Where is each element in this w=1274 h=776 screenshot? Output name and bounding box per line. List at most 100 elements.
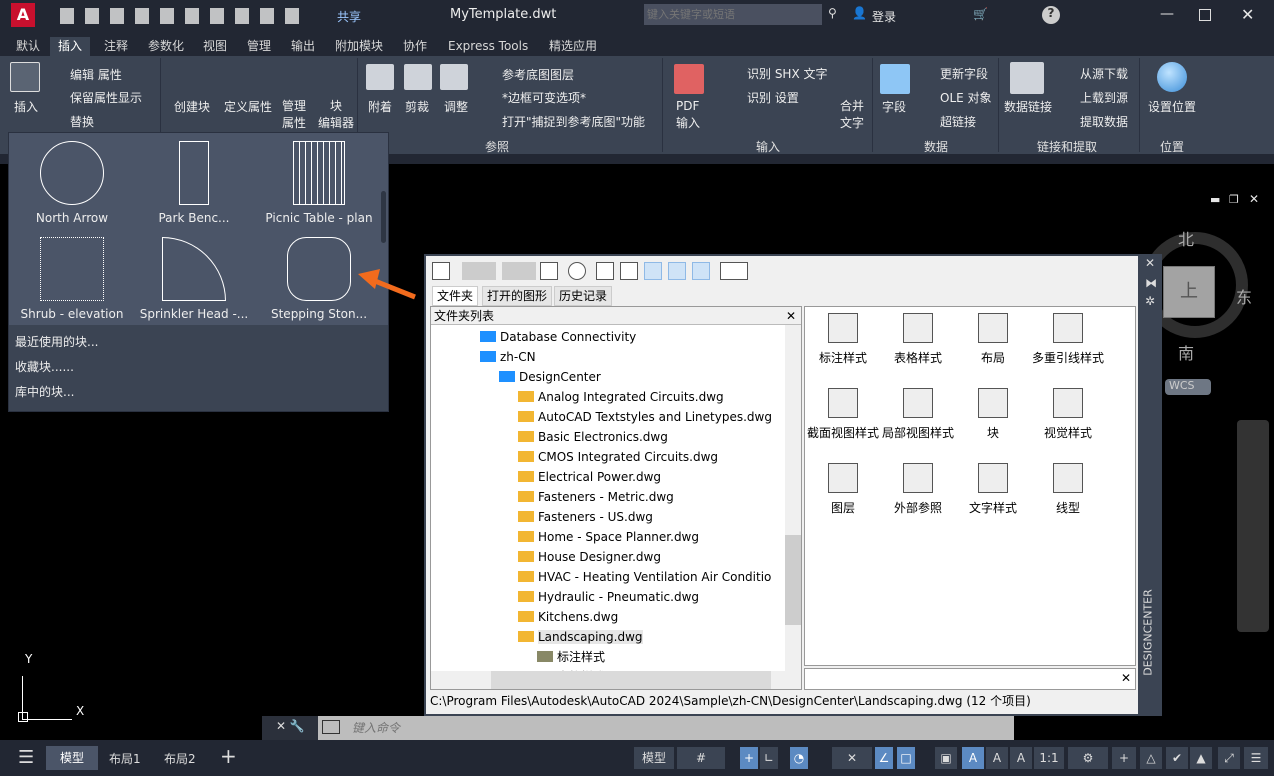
tree-item[interactable]: CMOS Integrated Circuits.dwg — [518, 447, 718, 467]
adjust-button[interactable]: 调整 — [444, 98, 468, 115]
hardware-acceleration-icon[interactable]: ✔ — [1166, 747, 1188, 769]
tab-model[interactable]: 模型 — [46, 746, 98, 770]
drawing-minimize-button[interactable]: ▬ — [1210, 193, 1220, 206]
maximize-button[interactable] — [1199, 9, 1211, 21]
tab-default[interactable]: 默认 — [8, 37, 48, 57]
home-icon[interactable] — [620, 262, 638, 280]
gallery-item-north-arrow[interactable]: North Arrow — [12, 141, 132, 225]
retain-attribute-display-button[interactable]: 保留属性显示 — [70, 89, 142, 106]
tab-view[interactable]: 视图 — [195, 37, 235, 57]
gallery-item-park-bench[interactable]: Park Benc... — [134, 141, 254, 225]
frame-variable-dropdown[interactable]: *边框可变选项* — [502, 89, 586, 106]
extract-data-button[interactable]: 提取数据 — [1080, 113, 1128, 130]
grid-snap-toggle[interactable]: # — [677, 747, 725, 769]
tree-item[interactable]: DesignCenter — [499, 367, 601, 387]
tree-close-icon[interactable]: ✕ — [786, 307, 796, 325]
preview-toggle-icon[interactable] — [668, 262, 686, 280]
tree-item[interactable]: Landscaping.dwg — [518, 627, 643, 647]
login-button[interactable]: 登录 — [872, 8, 896, 25]
favorites-icon[interactable] — [596, 262, 614, 280]
menu-icon[interactable]: ☰ — [18, 747, 34, 768]
tab-manage[interactable]: 管理 — [239, 37, 279, 57]
content-item[interactable]: 视觉样式 — [1030, 388, 1106, 441]
content-item[interactable]: 表格样式 — [880, 313, 956, 366]
app-logo[interactable]: A — [11, 3, 35, 27]
views-dropdown-icon[interactable] — [720, 262, 748, 280]
description-toggle-icon[interactable] — [692, 262, 710, 280]
annotation-visibility-toggle[interactable]: A — [962, 747, 984, 769]
viewcube-south[interactable]: 南 — [1178, 340, 1194, 364]
field-button[interactable]: 字段 — [882, 98, 906, 115]
command-line-handle[interactable]: ✕ 🔧 — [262, 716, 318, 740]
insert-button[interactable]: 插入 — [14, 98, 38, 115]
gallery-item-sprinkler-head[interactable]: Sprinkler Head -... — [134, 237, 254, 321]
gallery-item-shrub[interactable]: Shrub - elevation — [12, 237, 132, 321]
back-button[interactable] — [462, 262, 496, 280]
tab-layout1[interactable]: 布局1 — [109, 750, 141, 767]
content-item[interactable]: 外部参照 — [880, 463, 956, 516]
customize-icon[interactable]: 🔧 — [290, 719, 305, 733]
tree-item[interactable]: HVAC - Heating Ventilation Air Conditio — [518, 567, 771, 587]
tree-item[interactable]: Fasteners - US.dwg — [518, 507, 653, 527]
snap-underlay-dropdown[interactable]: 打开"捕捉到参考底图"功能 — [502, 113, 645, 130]
insert-block-icon[interactable] — [10, 62, 40, 92]
favorite-blocks-link[interactable]: 收藏块...... — [15, 358, 74, 375]
tab-express-tools[interactable]: Express Tools — [440, 37, 536, 57]
isolate-objects-icon[interactable]: △ — [1140, 747, 1162, 769]
tab-layout2[interactable]: 布局2 — [164, 750, 196, 767]
attach-button[interactable]: 附着 — [368, 98, 392, 115]
upload-to-source-button[interactable]: 上载到源 — [1080, 89, 1128, 106]
close-button[interactable]: ✕ — [1241, 5, 1254, 24]
command-input[interactable] — [352, 718, 992, 738]
content-item[interactable]: 图层 — [805, 463, 881, 516]
reference-panel-label[interactable]: 参照 — [485, 138, 509, 155]
content-item[interactable]: 布局 — [955, 313, 1031, 366]
tree-item[interactable]: zh-CN — [480, 347, 536, 367]
model-space-button[interactable]: 模型 — [634, 747, 674, 769]
tree-item[interactable]: Home - Space Planner.dwg — [518, 527, 699, 547]
library-blocks-link[interactable]: 库中的块... — [15, 383, 74, 400]
tree-horizontal-scrollbar[interactable] — [431, 671, 801, 689]
tree-item[interactable]: Hydraulic - Pneumatic.dwg — [518, 587, 699, 607]
infer-constraints-toggle[interactable]: + — [740, 747, 758, 769]
gallery-scrollbar[interactable] — [381, 191, 386, 243]
isodraft-toggle[interactable]: ✕ — [832, 747, 872, 769]
tab-featured-apps[interactable]: 精选应用 — [541, 37, 605, 57]
quick-access-icons[interactable] — [60, 8, 305, 24]
search-icon[interactable] — [568, 262, 586, 280]
clean-screen-icon[interactable]: ⤢ — [1218, 747, 1240, 769]
tab-collaborate[interactable]: 协作 — [395, 37, 435, 57]
transparency-toggle[interactable]: ▣ — [935, 747, 957, 769]
add-layout-button[interactable]: + — [220, 744, 237, 768]
tab-insert[interactable]: 插入 — [50, 37, 91, 57]
hyperlink-button[interactable]: 超链接 — [940, 113, 976, 130]
edit-attribute-button[interactable]: 编辑 属性 — [70, 66, 122, 83]
update-fields-button[interactable]: 更新字段 — [940, 65, 988, 82]
viewcube-east[interactable]: 东 — [1236, 284, 1252, 308]
annotation-scale-dropdown[interactable]: 1:1 — [1034, 747, 1064, 769]
polar-toggle[interactable]: ◔ — [790, 747, 808, 769]
block-editor-button[interactable]: 块 编辑器 — [318, 98, 354, 132]
viewcube-top-face[interactable]: 上 — [1163, 266, 1215, 318]
tree-view-toggle-icon[interactable] — [644, 262, 662, 280]
recognize-shx-button[interactable]: 识别 SHX 文字 — [747, 65, 828, 82]
pdf-import-button[interactable]: PDF 输入 — [676, 98, 700, 132]
ole-object-button[interactable]: OLE 对象 — [940, 89, 992, 106]
tab-parametric[interactable]: 参数化 — [140, 37, 192, 57]
content-item[interactable]: 标注样式 — [805, 313, 881, 366]
recognize-settings-button[interactable]: 识别 设置 — [747, 89, 799, 106]
ortho-toggle[interactable]: ∟ — [760, 747, 778, 769]
tree-item[interactable]: Fasteners - Metric.dwg — [518, 487, 674, 507]
up-icon[interactable] — [540, 262, 558, 280]
tree-vertical-scrollbar[interactable] — [785, 325, 801, 671]
annotation-scale-icon[interactable]: A — [1010, 747, 1032, 769]
tab-output[interactable]: 输出 — [283, 37, 323, 57]
download-from-source-button[interactable]: 从源下载 — [1080, 65, 1128, 82]
underlay-layers-button[interactable]: 参考底图图层 — [502, 66, 574, 83]
load-icon[interactable] — [432, 262, 450, 280]
osnap-tracking-toggle[interactable]: ∠ — [875, 747, 893, 769]
data-link-button[interactable]: 数据链接 — [1004, 98, 1052, 115]
cart-icon[interactable]: 🛒 — [973, 7, 988, 21]
tree-item[interactable]: Basic Electronics.dwg — [518, 427, 668, 447]
gallery-item-picnic-table[interactable]: Picnic Table - plan — [259, 141, 379, 225]
